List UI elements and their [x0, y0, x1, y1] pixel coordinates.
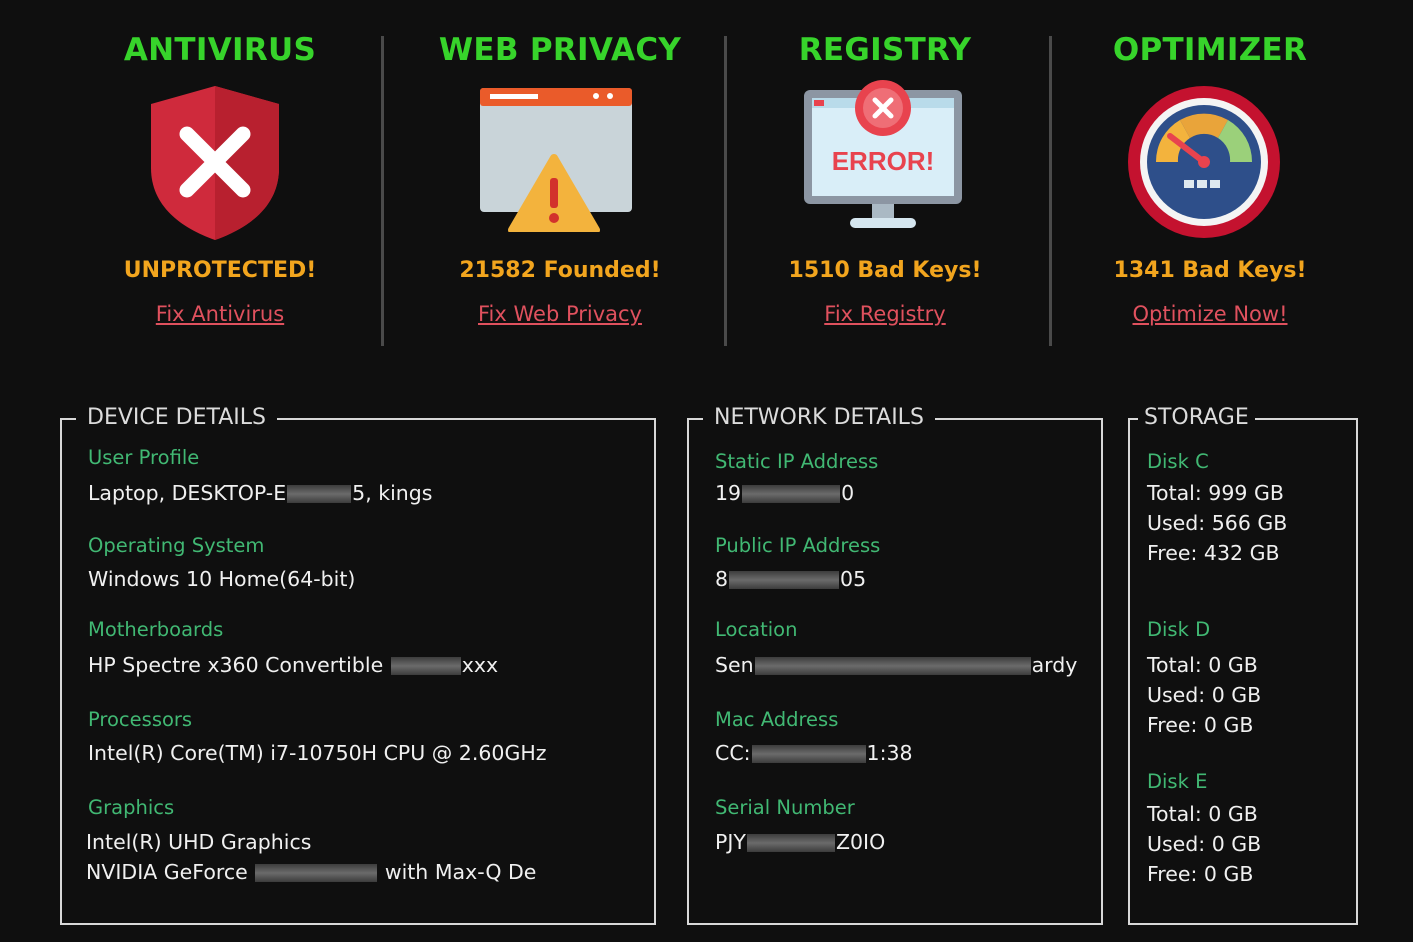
location-text: Sen: [715, 653, 754, 677]
redaction-bar: [754, 657, 1031, 675]
processor-value: Intel(R) Core(TM) i7-10750H CPU @ 2.60GH…: [88, 741, 547, 765]
public-ip-label: Public IP Address: [715, 534, 881, 557]
disk-d-label: Disk D: [1147, 618, 1211, 641]
disk-e-total: Total: 0 GB: [1147, 802, 1258, 826]
registry-title: REGISTRY: [798, 32, 972, 68]
graphics-value-1: Intel(R) UHD Graphics: [86, 830, 312, 854]
antivirus-status: UNPROTECTED!: [123, 258, 317, 283]
motherboard-text: HP Spectre x360 Convertible: [88, 653, 384, 677]
optimizer-card: OPTIMIZER 1341 Bad Keys! Optimize Now!: [1055, 30, 1365, 340]
motherboard-text: xxx: [461, 653, 499, 677]
optimizer-status: 1341 Bad Keys!: [1113, 258, 1307, 283]
user-profile-text: Laptop, DESKTOP-E: [88, 481, 287, 505]
disk-e-free: Free: 0 GB: [1147, 862, 1254, 886]
redaction-bar: [390, 657, 461, 675]
fix-web-privacy-link[interactable]: Fix Web Privacy: [395, 302, 725, 326]
public-ip-value: 8 05: [715, 567, 866, 591]
graphics-label: Graphics: [88, 796, 175, 819]
graphics-value-2: NVIDIA GeForce with Max-Q De: [86, 860, 536, 884]
os-label: Operating System: [88, 534, 265, 557]
disk-e-used: Used: 0 GB: [1147, 832, 1262, 856]
web-privacy-card: WEB PRIVACY 21582 Founded! Fix Web Priva…: [395, 30, 725, 340]
serial-number-label: Serial Number: [715, 796, 855, 819]
fix-registry-link[interactable]: Fix Registry: [730, 302, 1040, 326]
graphics-text: NVIDIA GeForce: [86, 860, 248, 884]
web-privacy-status: 21582 Founded!: [459, 258, 661, 283]
shield-x-icon: [145, 82, 285, 248]
static-ip-text: 19: [715, 481, 742, 505]
redaction-bar: [751, 745, 866, 763]
device-details-panel: DEVICE DETAILS User Profile Laptop, DESK…: [60, 404, 656, 925]
static-ip-value: 19 0: [715, 481, 854, 505]
network-details-panel: NETWORK DETAILS Static IP Address 19 0 Pu…: [687, 404, 1103, 925]
graphics-text: with Max-Q De: [384, 860, 537, 884]
mac-address-text: CC:: [715, 741, 751, 765]
registry-status: 1510 Bad Keys!: [788, 258, 982, 283]
user-profile-value: Laptop, DESKTOP-E 5, kings: [88, 481, 433, 505]
static-ip-label: Static IP Address: [715, 450, 879, 473]
redaction-bar: [742, 485, 841, 503]
disk-e-label: Disk E: [1147, 770, 1208, 793]
divider: [1049, 36, 1052, 346]
speedometer-icon: [1126, 84, 1282, 244]
network-details-title: NETWORK DETAILS: [703, 404, 935, 432]
divider: [724, 36, 727, 346]
disk-c-label: Disk C: [1147, 450, 1209, 473]
monitor-error-icon: ERROR!: [800, 78, 966, 242]
disk-c-used: Used: 566 GB: [1147, 511, 1288, 535]
web-privacy-title: WEB PRIVACY: [438, 32, 682, 68]
disk-d-total: Total: 0 GB: [1147, 653, 1258, 677]
user-profile-text: 5, kings: [352, 481, 433, 505]
location-label: Location: [715, 618, 798, 641]
public-ip-text: 8: [715, 567, 729, 591]
device-details-title: DEVICE DETAILS: [76, 404, 277, 432]
disk-c-total: Total: 999 GB: [1147, 481, 1284, 505]
mac-address-value: CC: 1:38: [715, 741, 913, 765]
fix-antivirus-link[interactable]: Fix Antivirus: [55, 302, 385, 326]
redaction-bar: [746, 834, 835, 852]
storage-panel: STORAGE Disk C Total: 999 GB Used: 566 G…: [1128, 404, 1358, 925]
motherboard-label: Motherboards: [88, 618, 224, 641]
browser-warning-icon: [478, 82, 634, 236]
redaction-bar: [729, 571, 840, 589]
disk-d-used: Used: 0 GB: [1147, 683, 1262, 707]
antivirus-card: ANTIVIRUS UNPROTECTED! Fix Antivirus: [55, 30, 385, 340]
storage-title: STORAGE: [1138, 404, 1255, 432]
optimize-now-link[interactable]: Optimize Now!: [1055, 302, 1365, 326]
static-ip-text: 0: [841, 481, 855, 505]
processors-label: Processors: [88, 708, 193, 731]
serial-number-text: Z0IO: [835, 830, 886, 854]
location-text: ardy: [1031, 653, 1078, 677]
os-value: Windows 10 Home(64-bit): [88, 567, 356, 591]
error-text: ERROR!: [832, 146, 935, 176]
redaction-bar: [255, 864, 378, 882]
serial-number-value: PJY Z0IO: [715, 830, 885, 854]
registry-card: REGISTRY ERROR! 1510 Bad Keys! Fix Regis…: [730, 30, 1040, 340]
motherboard-value: HP Spectre x360 Convertible xxx: [88, 653, 498, 677]
serial-number-text: PJY: [715, 830, 746, 854]
mac-address-label: Mac Address: [715, 708, 839, 731]
location-value: Sen ardy: [715, 653, 1077, 677]
mac-address-text: 1:38: [866, 741, 913, 765]
disk-d-free: Free: 0 GB: [1147, 713, 1254, 737]
optimizer-title: OPTIMIZER: [1112, 32, 1308, 68]
antivirus-title: ANTIVIRUS: [123, 32, 317, 68]
user-profile-label: User Profile: [88, 446, 200, 469]
disk-c-free: Free: 432 GB: [1147, 541, 1280, 565]
divider: [381, 36, 384, 346]
redaction-bar: [287, 485, 352, 503]
public-ip-text: 05: [840, 567, 867, 591]
